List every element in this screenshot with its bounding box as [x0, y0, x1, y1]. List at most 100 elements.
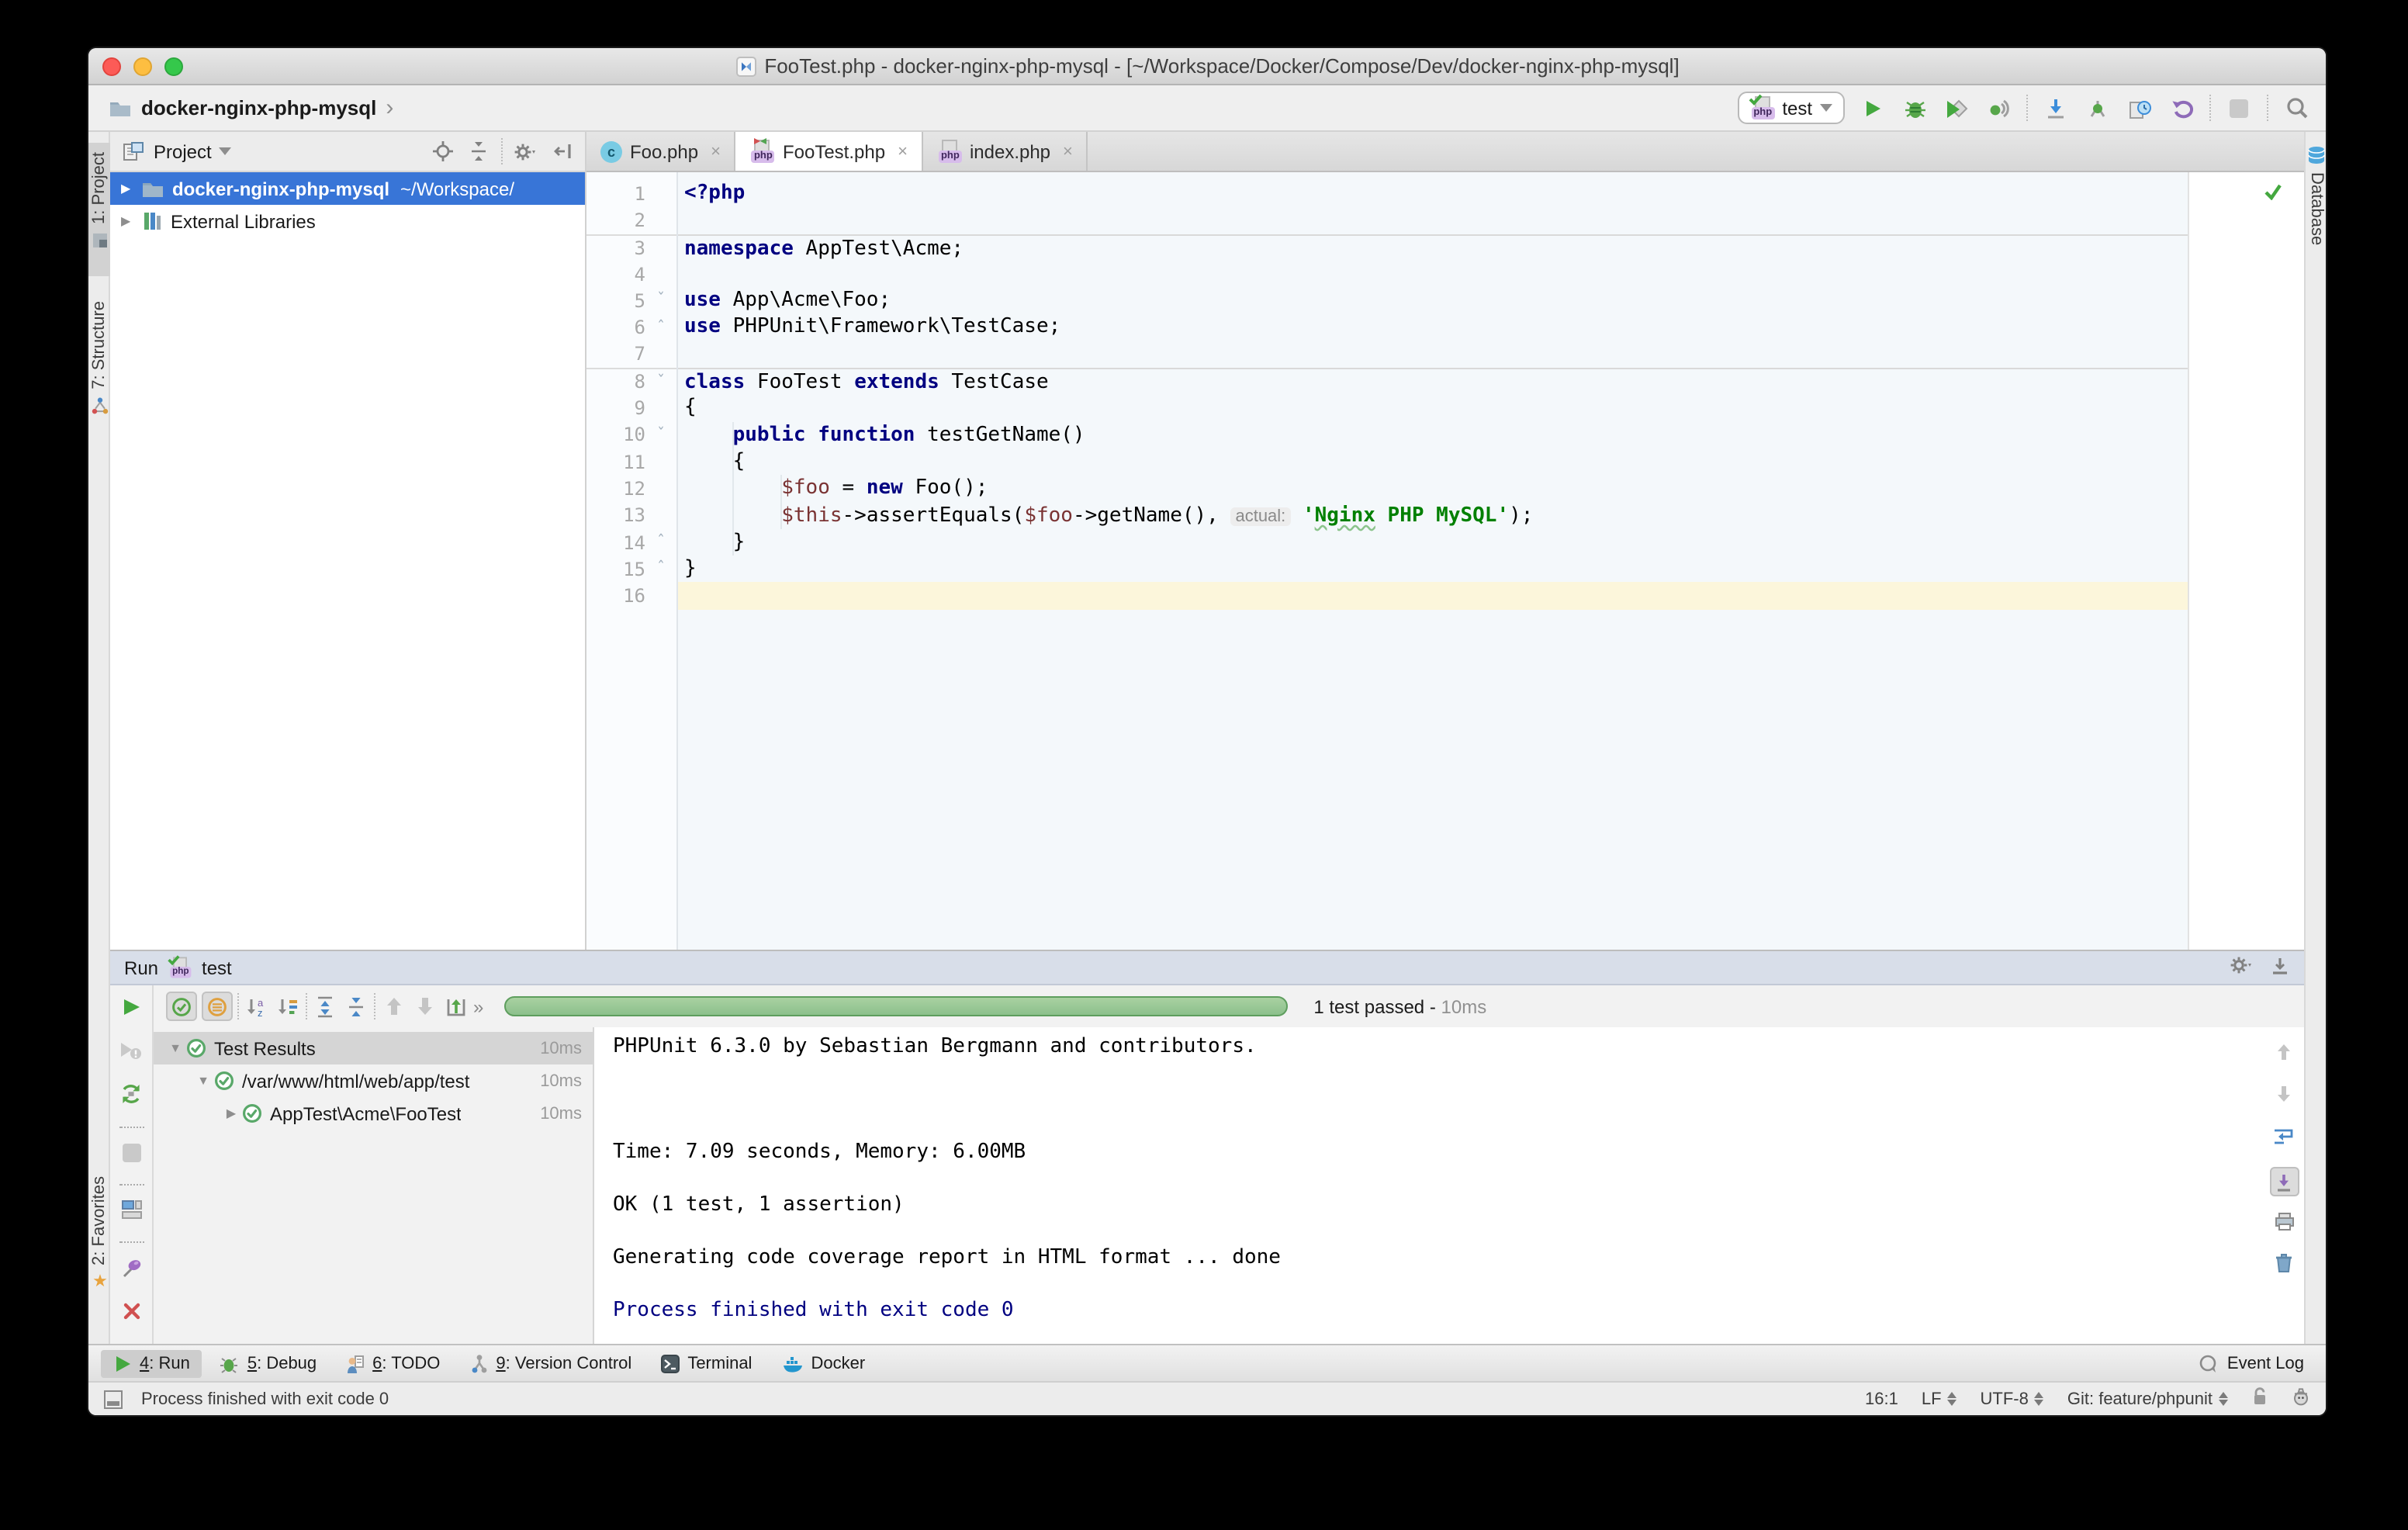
- code-line[interactable]: <?php: [678, 180, 2188, 207]
- run-configuration-select[interactable]: test: [1737, 92, 1845, 124]
- lock-icon[interactable]: [2251, 1387, 2268, 1411]
- hide-panel-button[interactable]: [549, 139, 574, 164]
- code-line[interactable]: [678, 341, 2188, 369]
- code-line[interactable]: $foo = new Foo();: [678, 476, 2188, 503]
- caret-position-widget[interactable]: 16:1: [1865, 1390, 1898, 1408]
- tab-foo-php[interactable]: Foo.php: [586, 132, 736, 171]
- fold-marker-icon[interactable]: ˆ: [656, 534, 676, 551]
- fold-marker-icon[interactable]: ˆ: [656, 561, 676, 578]
- code-line[interactable]: {: [678, 395, 2188, 422]
- clear-console-button[interactable]: [2275, 1252, 2293, 1280]
- show-ignored-toggle[interactable]: [202, 992, 233, 1021]
- close-panel-button[interactable]: [122, 1300, 140, 1328]
- stop-process-button[interactable]: [122, 1142, 140, 1170]
- locate-file-button[interactable]: [430, 139, 455, 164]
- restore-layout-button[interactable]: [120, 1199, 142, 1227]
- git-branch-widget[interactable]: Git: feature/phpunit: [2067, 1390, 2228, 1408]
- tool-window-button-terminal[interactable]: Terminal: [649, 1349, 764, 1377]
- soft-wrap-toggle[interactable]: [2273, 1125, 2295, 1153]
- vcs-commit-button[interactable]: [2084, 94, 2112, 122]
- test-tree-row[interactable]: /var/www/html/web/app/test10ms: [154, 1064, 593, 1097]
- import-test-results-button[interactable]: [442, 993, 469, 1019]
- close-tab-icon[interactable]: [711, 142, 721, 161]
- fold-marker-icon[interactable]: ˇ: [656, 292, 676, 310]
- tool-window-button-run[interactable]: 4: Run: [101, 1349, 202, 1377]
- stripe-button-database[interactable]: Database: [2306, 137, 2326, 270]
- event-log-button[interactable]: Event Log: [2190, 1349, 2313, 1377]
- code-line[interactable]: $this->assertEquals($foo->getName(), act…: [678, 502, 2188, 529]
- run-panel-settings-gear-button[interactable]: [2230, 954, 2254, 981]
- toggle-auto-test-button[interactable]: [119, 1083, 143, 1113]
- zoom-window-button[interactable]: [164, 57, 183, 76]
- rollback-button[interactable]: [2168, 94, 2195, 122]
- sort-by-duration-button[interactable]: [275, 993, 301, 1019]
- rerun-failed-tests-button[interactable]: [119, 1040, 143, 1069]
- code-line[interactable]: }: [678, 529, 2188, 556]
- tab-footest-php[interactable]: FooTest.php: [736, 132, 923, 171]
- tool-window-button-vcs[interactable]: 9: Version Control: [457, 1348, 644, 1378]
- hide-run-panel-button[interactable]: [2270, 955, 2290, 980]
- code-line[interactable]: use App\Acme\Foo;: [678, 287, 2188, 314]
- tool-window-button-docker[interactable]: Docker: [769, 1349, 877, 1377]
- stripe-button-favorites[interactable]: 2: Favorites: [88, 1167, 110, 1316]
- collapse-all-button[interactable]: [343, 993, 369, 1019]
- project-panel-title[interactable]: Project: [154, 140, 212, 162]
- inspections-ok-icon[interactable]: [2264, 180, 2282, 208]
- encoding-widget[interactable]: UTF-8: [1981, 1390, 2044, 1408]
- tree-expand-arrow-icon[interactable]: [220, 1106, 242, 1120]
- tool-window-button-todo[interactable]: 6: TODO: [334, 1349, 452, 1377]
- breadcrumb[interactable]: docker-nginx-php-mysql: [109, 94, 393, 122]
- close-tab-icon[interactable]: [898, 142, 908, 161]
- toolwindow-toggle-icon[interactable]: [104, 1390, 123, 1408]
- test-tree-row[interactable]: Test Results10ms: [154, 1032, 593, 1064]
- run-button[interactable]: [1859, 94, 1887, 122]
- run-with-coverage-button[interactable]: [1943, 94, 1970, 122]
- vcs-update-button[interactable]: [2042, 94, 2070, 122]
- next-failed-test-button[interactable]: [411, 993, 438, 1019]
- tree-expand-arrow-icon[interactable]: [164, 1041, 186, 1055]
- print-button[interactable]: [2274, 1210, 2294, 1238]
- tree-expand-arrow-icon[interactable]: [121, 182, 141, 196]
- code-pane[interactable]: <?phpnamespace AppTest\Acme;use App\Acme…: [678, 172, 2304, 950]
- fold-marker-icon[interactable]: ˇ: [656, 373, 676, 390]
- tree-expand-arrow-icon[interactable]: [121, 214, 141, 228]
- tab-index-php[interactable]: index.php: [923, 132, 1088, 171]
- search-everywhere-button[interactable]: [2282, 94, 2310, 122]
- external-libraries-row[interactable]: External Libraries: [110, 205, 585, 237]
- close-tab-icon[interactable]: [1063, 142, 1073, 161]
- attach-debugger-button[interactable]: [1984, 94, 2012, 122]
- recent-changes-button[interactable]: [2126, 94, 2154, 122]
- run-panel-header[interactable]: Run test: [110, 951, 2304, 985]
- run-console[interactable]: PHPUnit 6.3.0 by Sebastian Bergmann and …: [594, 1027, 2264, 1344]
- sort-alphabetically-button[interactable]: az: [244, 993, 270, 1019]
- fold-marker-icon[interactable]: ˆ: [656, 319, 676, 336]
- line-separator-widget[interactable]: LF: [1922, 1390, 1957, 1408]
- code-line[interactable]: {: [678, 448, 2188, 476]
- project-tree-root-row[interactable]: docker-nginx-php-mysql ~/Workspace/: [110, 172, 585, 205]
- code-line[interactable]: [678, 583, 2188, 610]
- minimize-window-button[interactable]: [133, 57, 152, 76]
- scroll-to-end-toggle[interactable]: [2269, 1167, 2299, 1196]
- code-line[interactable]: [678, 207, 2188, 234]
- title-bar[interactable]: FooTest.php - docker-nginx-php-mysql - […: [88, 48, 2326, 85]
- tree-expand-arrow-icon[interactable]: [192, 1074, 214, 1088]
- close-window-button[interactable]: [102, 57, 121, 76]
- debug-button[interactable]: [1901, 94, 1929, 122]
- code-line[interactable]: [678, 261, 2188, 288]
- next-occurrence-button[interactable]: [2275, 1083, 2293, 1111]
- code-line[interactable]: class FooTest extends TestCase: [678, 368, 2188, 395]
- code-line[interactable]: }: [678, 556, 2188, 583]
- more-actions-icon[interactable]: [473, 992, 483, 1020]
- code-line[interactable]: use PHPUnit\Framework\TestCase;: [678, 314, 2188, 341]
- expand-all-button[interactable]: [312, 993, 338, 1019]
- highlighting-level-icon[interactable]: [2292, 1387, 2310, 1411]
- stop-button[interactable]: [2225, 94, 2253, 122]
- stripe-button-project[interactable]: 1: Project: [88, 143, 110, 276]
- tool-window-button-debug[interactable]: 5: Debug: [207, 1349, 329, 1377]
- pin-tab-button[interactable]: [120, 1257, 142, 1286]
- rerun-button[interactable]: [120, 996, 142, 1026]
- project-settings-gear-button[interactable]: [514, 139, 538, 164]
- show-passed-toggle[interactable]: [166, 992, 197, 1021]
- fold-marker-icon[interactable]: ˇ: [656, 427, 676, 444]
- test-tree-row[interactable]: AppTest\Acme\FooTest10ms: [154, 1097, 593, 1130]
